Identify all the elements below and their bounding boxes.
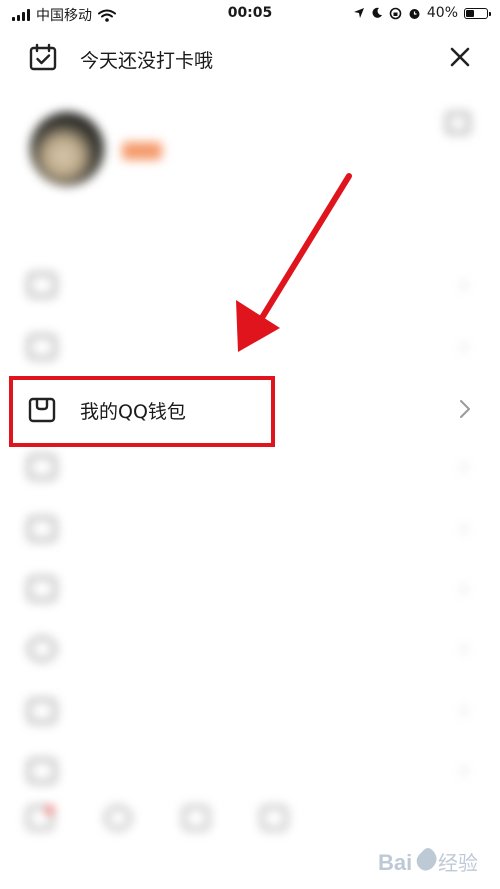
avatar[interactable] <box>30 112 104 186</box>
chevron-right-icon: › <box>460 636 468 660</box>
baidu-watermark: Bai 经验 <box>378 848 478 875</box>
weather-icon <box>183 806 209 830</box>
menu-item-icon <box>28 577 56 601</box>
chevron-right-icon: › <box>460 334 468 358</box>
blurred-drawer-content: › › › › › › › › <box>0 90 500 889</box>
menu-item-icon <box>28 699 56 723</box>
chevron-right-icon: › <box>460 758 468 782</box>
menu-item-icon <box>28 759 56 783</box>
menu-item-icon <box>28 335 56 359</box>
battery-percent: 40% <box>426 5 458 21</box>
wallet-label: 我的QQ钱包 <box>80 401 186 423</box>
vip-badge <box>122 142 162 160</box>
tab-other[interactable] <box>244 806 304 830</box>
checkin-row[interactable]: 今天还没打卡哦 <box>0 34 500 80</box>
location-icon <box>353 8 364 18</box>
menu-item-4[interactable]: › <box>0 438 500 496</box>
tab-night[interactable] <box>88 806 148 830</box>
wallet-icon <box>28 397 56 423</box>
chevron-right-icon: › <box>460 698 468 722</box>
menu-item-9[interactable]: › <box>0 742 500 800</box>
chevron-right-icon: › <box>460 454 468 478</box>
checkin-text: 今天还没打卡哦 <box>80 50 214 72</box>
chevron-right-icon <box>460 400 470 418</box>
battery-icon <box>464 7 491 19</box>
svg-text:Bai: Bai <box>378 850 412 875</box>
moon-icon <box>105 806 131 830</box>
menu-item-8[interactable]: › <box>0 682 500 740</box>
menu-item-1[interactable]: › <box>0 256 500 314</box>
close-icon[interactable] <box>446 43 474 71</box>
menu-item-7[interactable]: › <box>0 620 500 678</box>
tab-other-icon <box>261 806 287 830</box>
battery-fill <box>466 9 474 17</box>
menu-item-icon <box>28 637 56 661</box>
menu-item-icon <box>28 273 56 297</box>
menu-item-2[interactable]: › <box>0 318 500 376</box>
tab-settings[interactable] <box>10 806 70 830</box>
chevron-right-icon: › <box>460 576 468 600</box>
notification-dot <box>46 806 54 814</box>
menu-item-qq-wallet[interactable]: 我的QQ钱包 <box>0 380 500 438</box>
status-bar: 中国移动 00:05 40% <box>0 0 500 28</box>
svg-text:经验: 经验 <box>438 851 478 875</box>
menu-item-5[interactable]: › <box>0 500 500 558</box>
chevron-right-icon: › <box>460 272 468 296</box>
qr-code-icon[interactable] <box>446 112 470 134</box>
tab-weather[interactable] <box>166 806 226 830</box>
menu-item-6[interactable]: › <box>0 560 500 618</box>
alarm-icon <box>409 8 420 19</box>
menu-item-icon <box>28 517 56 541</box>
status-right: 40% <box>353 5 491 21</box>
menu-item-icon <box>28 455 56 479</box>
calendar-check-icon <box>29 43 57 71</box>
moon-icon <box>372 7 382 18</box>
rotation-lock-icon <box>389 7 402 19</box>
chevron-right-icon: › <box>460 516 468 540</box>
